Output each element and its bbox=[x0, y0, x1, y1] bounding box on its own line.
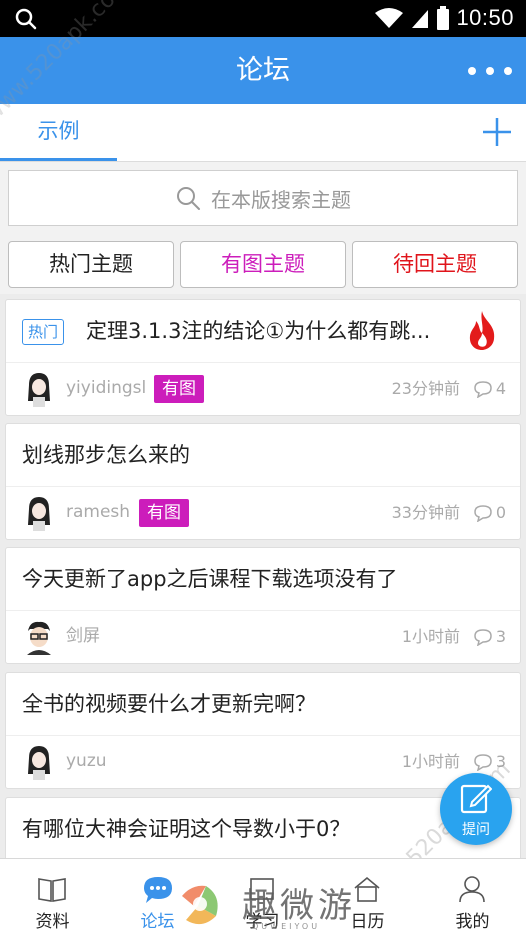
post-author[interactable]: yiyidingsl bbox=[66, 363, 146, 414]
book-icon bbox=[38, 878, 66, 902]
post-title: 有哪位大神会证明这个导数小于0？ bbox=[22, 817, 351, 841]
tab-bar: 示例 bbox=[0, 104, 526, 162]
post-time: 1小时前 bbox=[401, 627, 460, 646]
calendar-icon bbox=[354, 876, 380, 902]
more-menu-button[interactable] bbox=[468, 59, 512, 83]
comment-icon bbox=[474, 628, 492, 646]
post-item[interactable]: 热门 定理3.1.3注的结论①为什么都有跳... yiyidingsl 有图 2… bbox=[5, 299, 521, 416]
nav-label: 学习 bbox=[245, 912, 280, 932]
post-time: 33分钟前 bbox=[391, 503, 460, 522]
battery-icon bbox=[437, 6, 450, 30]
nav-materials[interactable]: 资料 bbox=[0, 859, 105, 936]
comment-icon bbox=[474, 504, 492, 522]
nav-forum[interactable]: 论坛 bbox=[105, 859, 210, 936]
filter-hot-button[interactable]: 热门主题 bbox=[8, 241, 174, 288]
filter-with-image-button[interactable]: 有图主题 bbox=[180, 241, 346, 288]
status-bar: 10:50 bbox=[0, 0, 526, 37]
filter-unanswered-button[interactable]: 待回主题 bbox=[352, 241, 518, 288]
tab-indicator bbox=[0, 158, 117, 161]
post-time: 1小时前 bbox=[401, 752, 460, 771]
reply-count-value: 3 bbox=[495, 627, 506, 646]
post-meta: yuzu 1小时前 3 bbox=[6, 736, 520, 787]
edit-icon bbox=[460, 784, 492, 814]
dot-icon bbox=[504, 67, 512, 75]
wifi-icon bbox=[375, 8, 404, 28]
post-item[interactable]: 全书的视频要什么才更新完啊？ yuzu 1小时前 3 bbox=[5, 672, 521, 789]
image-badge: 有图 bbox=[154, 375, 204, 403]
avatar bbox=[28, 497, 50, 531]
reply-count-value: 0 bbox=[495, 503, 506, 522]
fire-icon bbox=[469, 311, 495, 350]
post-item[interactable]: 划线那步怎么来的 ramesh 有图 33分钟前 0 bbox=[5, 423, 521, 540]
bottom-nav: 资料 论坛 学习 日历 我的 bbox=[0, 858, 526, 936]
ask-question-button[interactable]: 提问 bbox=[440, 773, 512, 845]
post-author[interactable]: yuzu bbox=[66, 736, 107, 787]
post-author[interactable]: ramesh bbox=[66, 487, 130, 538]
reply-count: 0 bbox=[473, 487, 506, 538]
image-badge: 有图 bbox=[139, 499, 189, 527]
tab-example[interactable]: 示例 bbox=[0, 104, 117, 162]
add-tab-icon[interactable] bbox=[482, 117, 512, 147]
chat-bubble-icon bbox=[144, 877, 172, 903]
signal-icon bbox=[412, 10, 429, 28]
nav-label: 论坛 bbox=[140, 912, 175, 932]
clock: 10:50 bbox=[456, 5, 514, 30]
filter-bar: 热门主题 有图主题 待回主题 bbox=[0, 236, 526, 294]
hot-tag: 热门 bbox=[22, 319, 65, 345]
search-placeholder: 在本版搜索主题 bbox=[211, 187, 351, 212]
post-meta: yiyidingsl 有图 23分钟前 4 bbox=[6, 363, 520, 414]
search-section: 在本版搜索主题 bbox=[0, 162, 526, 236]
app-bar: 论坛 bbox=[0, 37, 526, 104]
post-title: 今天更新了app之后课程下载选项没有了 bbox=[22, 567, 398, 591]
post-title: 全书的视频要什么才更新完啊？ bbox=[22, 692, 316, 716]
avatar bbox=[28, 373, 50, 407]
comment-icon bbox=[474, 380, 492, 398]
avatar bbox=[27, 621, 51, 655]
post-title: 划线那步怎么来的 bbox=[22, 443, 190, 467]
post-author[interactable]: 剑屏 bbox=[66, 611, 100, 662]
fab-label: 提问 bbox=[462, 822, 490, 838]
study-icon bbox=[250, 878, 274, 900]
nav-label: 日历 bbox=[350, 912, 385, 932]
search-icon bbox=[15, 8, 37, 30]
reply-count-value: 4 bbox=[495, 379, 506, 398]
comment-icon bbox=[474, 753, 492, 771]
post-meta: 剑屏 1小时前 3 bbox=[6, 611, 520, 662]
search-icon bbox=[177, 187, 200, 210]
search-input[interactable]: 在本版搜索主题 bbox=[8, 170, 518, 226]
nav-label: 我的 bbox=[455, 912, 490, 932]
reply-count: 3 bbox=[473, 611, 506, 662]
person-icon bbox=[459, 876, 485, 903]
post-time: 23分钟前 bbox=[391, 379, 460, 398]
page-title: 论坛 bbox=[236, 55, 290, 86]
dot-icon bbox=[486, 67, 494, 75]
post-meta: ramesh 有图 33分钟前 0 bbox=[6, 487, 520, 538]
nav-label: 资料 bbox=[35, 912, 70, 932]
post-title: 定理3.1.3注的结论①为什么都有跳... bbox=[86, 319, 431, 343]
dot-icon bbox=[468, 67, 476, 75]
nav-profile[interactable]: 我的 bbox=[420, 859, 525, 936]
nav-study[interactable]: 学习 bbox=[210, 859, 315, 936]
reply-count: 4 bbox=[473, 363, 506, 414]
nav-calendar[interactable]: 日历 bbox=[315, 859, 420, 936]
post-item[interactable]: 今天更新了app之后课程下载选项没有了 剑屏 1小时前 3 bbox=[5, 547, 521, 664]
avatar bbox=[28, 746, 50, 780]
